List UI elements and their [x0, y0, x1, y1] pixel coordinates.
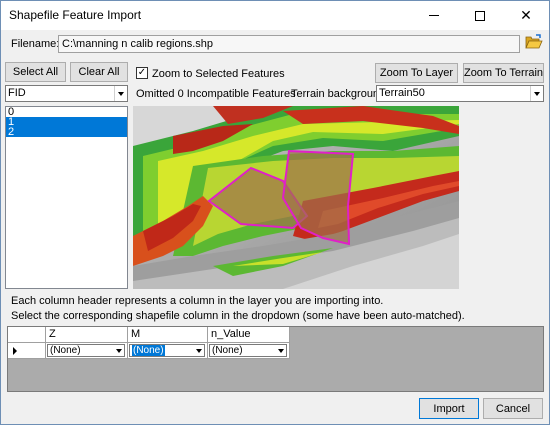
checkmark-icon: ✓	[137, 67, 147, 78]
terrain-dropdown[interactable]: Terrain50	[376, 85, 544, 102]
column-header-z: Z	[46, 327, 128, 343]
m-dropdown-value: (None)	[132, 345, 165, 356]
row-selector[interactable]	[8, 343, 46, 359]
maximize-button[interactable]	[457, 1, 503, 30]
feature-list[interactable]: 0 1 2	[5, 106, 128, 289]
filename-field[interactable]: C:\manning n calib regions.shp	[58, 35, 520, 53]
folder-open-icon	[525, 34, 543, 49]
list-item[interactable]: 1	[6, 117, 127, 128]
chevron-down-icon	[114, 86, 127, 101]
terrain-dropdown-value: Terrain50	[379, 87, 425, 99]
zoom-selected-label: Zoom to Selected Features	[152, 68, 285, 80]
filename-label: Filename:	[11, 38, 60, 50]
close-button[interactable]: ✕	[503, 1, 549, 30]
browse-button[interactable]	[525, 34, 543, 50]
minimize-icon	[429, 15, 439, 16]
row-header-corner	[8, 327, 46, 343]
n-value-column-dropdown[interactable]: (None)	[209, 344, 287, 357]
title-bar: Shapefile Feature Import ✕	[1, 1, 549, 30]
chevron-down-icon	[113, 345, 124, 356]
minimize-button[interactable]	[411, 1, 457, 30]
select-all-button[interactable]: Select All	[5, 62, 66, 82]
terrain-background-label: Terrain background:	[291, 88, 389, 100]
terrain-map-preview[interactable]	[133, 106, 459, 289]
m-column-dropdown[interactable]: (None)	[129, 344, 205, 357]
list-item[interactable]: 2	[6, 127, 127, 138]
cell-n-value: (None)	[208, 343, 290, 359]
clear-all-button[interactable]: Clear All	[70, 62, 128, 82]
column-header-n-value: n_Value	[208, 327, 290, 343]
shapefile-import-dialog: Shapefile Feature Import ✕ Filename: C:\…	[0, 0, 550, 425]
instructions-line-1: Each column header represents a column i…	[11, 295, 384, 307]
chevron-down-icon	[530, 86, 543, 101]
omitted-features-text: Omitted 0 Incompatible Features	[136, 88, 296, 100]
terrain-map-image	[133, 106, 459, 289]
zoom-to-layer-button[interactable]: Zoom To Layer	[375, 63, 458, 83]
chevron-down-icon	[193, 345, 204, 356]
zoom-to-terrain-button[interactable]: Zoom To Terrain	[463, 63, 544, 83]
window-title: Shapefile Feature Import	[9, 8, 142, 22]
instructions-line-2: Select the corresponding shapefile colum…	[11, 310, 465, 322]
maximize-icon	[475, 10, 485, 21]
cell-z: (None)	[46, 343, 128, 359]
row-pointer-icon	[13, 347, 17, 355]
field-dropdown[interactable]: FID	[5, 85, 128, 102]
list-item[interactable]: 0	[6, 107, 127, 118]
zoom-selected-checkbox[interactable]: ✓	[136, 67, 148, 79]
field-dropdown-value: FID	[8, 87, 26, 99]
n-value-dropdown-value: (None)	[212, 345, 243, 356]
cancel-button[interactable]: Cancel	[483, 398, 543, 419]
cell-m: (None)	[128, 343, 208, 359]
close-icon: ✕	[520, 7, 532, 23]
column-mapping-grid: Z M n_Value (None) (None) (None)	[7, 326, 544, 392]
chevron-down-icon	[275, 345, 286, 356]
import-button[interactable]: Import	[419, 398, 479, 419]
z-dropdown-value: (None)	[50, 345, 81, 356]
z-column-dropdown[interactable]: (None)	[47, 344, 125, 357]
column-header-m: M	[128, 327, 208, 343]
